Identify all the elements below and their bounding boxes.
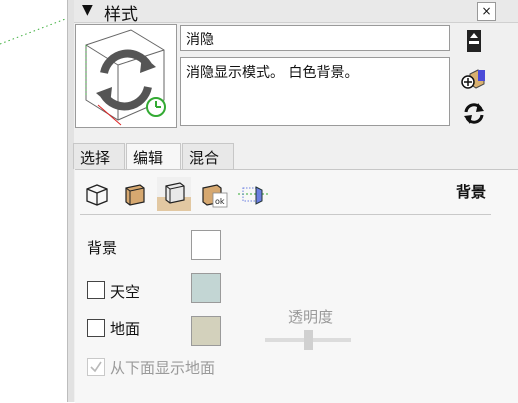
toolbar-divider [80,214,491,215]
ground-checkbox[interactable] [87,319,105,337]
panel-titlebar[interactable]: ▼ 样式 × [74,0,518,25]
style-description-field[interactable]: 消隐显示模式。 白色背景。 [180,57,450,126]
background-color-swatch[interactable] [191,230,221,260]
background-settings-icon[interactable] [157,177,191,211]
close-button[interactable]: × [477,2,496,21]
panel-title: 样式 [104,5,138,25]
ground-color-swatch[interactable] [191,316,221,346]
viewport-axis-line [0,17,69,45]
tab-select[interactable]: 选择 [73,143,125,169]
section-label: 背景 [456,183,487,201]
background-label: 背景 [87,239,118,257]
edge-settings-icon[interactable] [80,177,114,211]
tab-mix[interactable]: 混合 [182,143,234,169]
svg-text:ok: ok [215,197,225,206]
panel-edge [68,0,74,402]
toggle-secondary-pane-icon[interactable] [461,28,487,54]
sky-label: 天空 [110,283,141,301]
checkmark-icon [90,361,102,373]
ground-label: 地面 [110,320,141,338]
sky-checkbox[interactable] [87,281,105,299]
transparency-label: 透明度 [288,308,334,326]
style-name-field[interactable]: 消隐 [180,25,450,51]
show-ground-below-label: 从下面显示地面 [110,359,216,377]
update-style-icon[interactable] [461,100,487,126]
face-settings-icon[interactable] [118,177,152,211]
show-ground-below-checkbox[interactable] [87,358,105,376]
transparency-slider-handle[interactable] [304,330,313,350]
style-thumbnail-icon [85,29,166,126]
tab-edit[interactable]: 编辑 [126,143,181,171]
create-style-icon[interactable] [460,64,486,90]
sky-color-swatch[interactable] [191,273,221,303]
modeling-settings-icon[interactable] [238,177,272,211]
style-thumbnail [75,24,177,128]
watermark-settings-icon[interactable]: ok [197,177,231,211]
collapse-icon[interactable]: ▼ [82,2,93,18]
